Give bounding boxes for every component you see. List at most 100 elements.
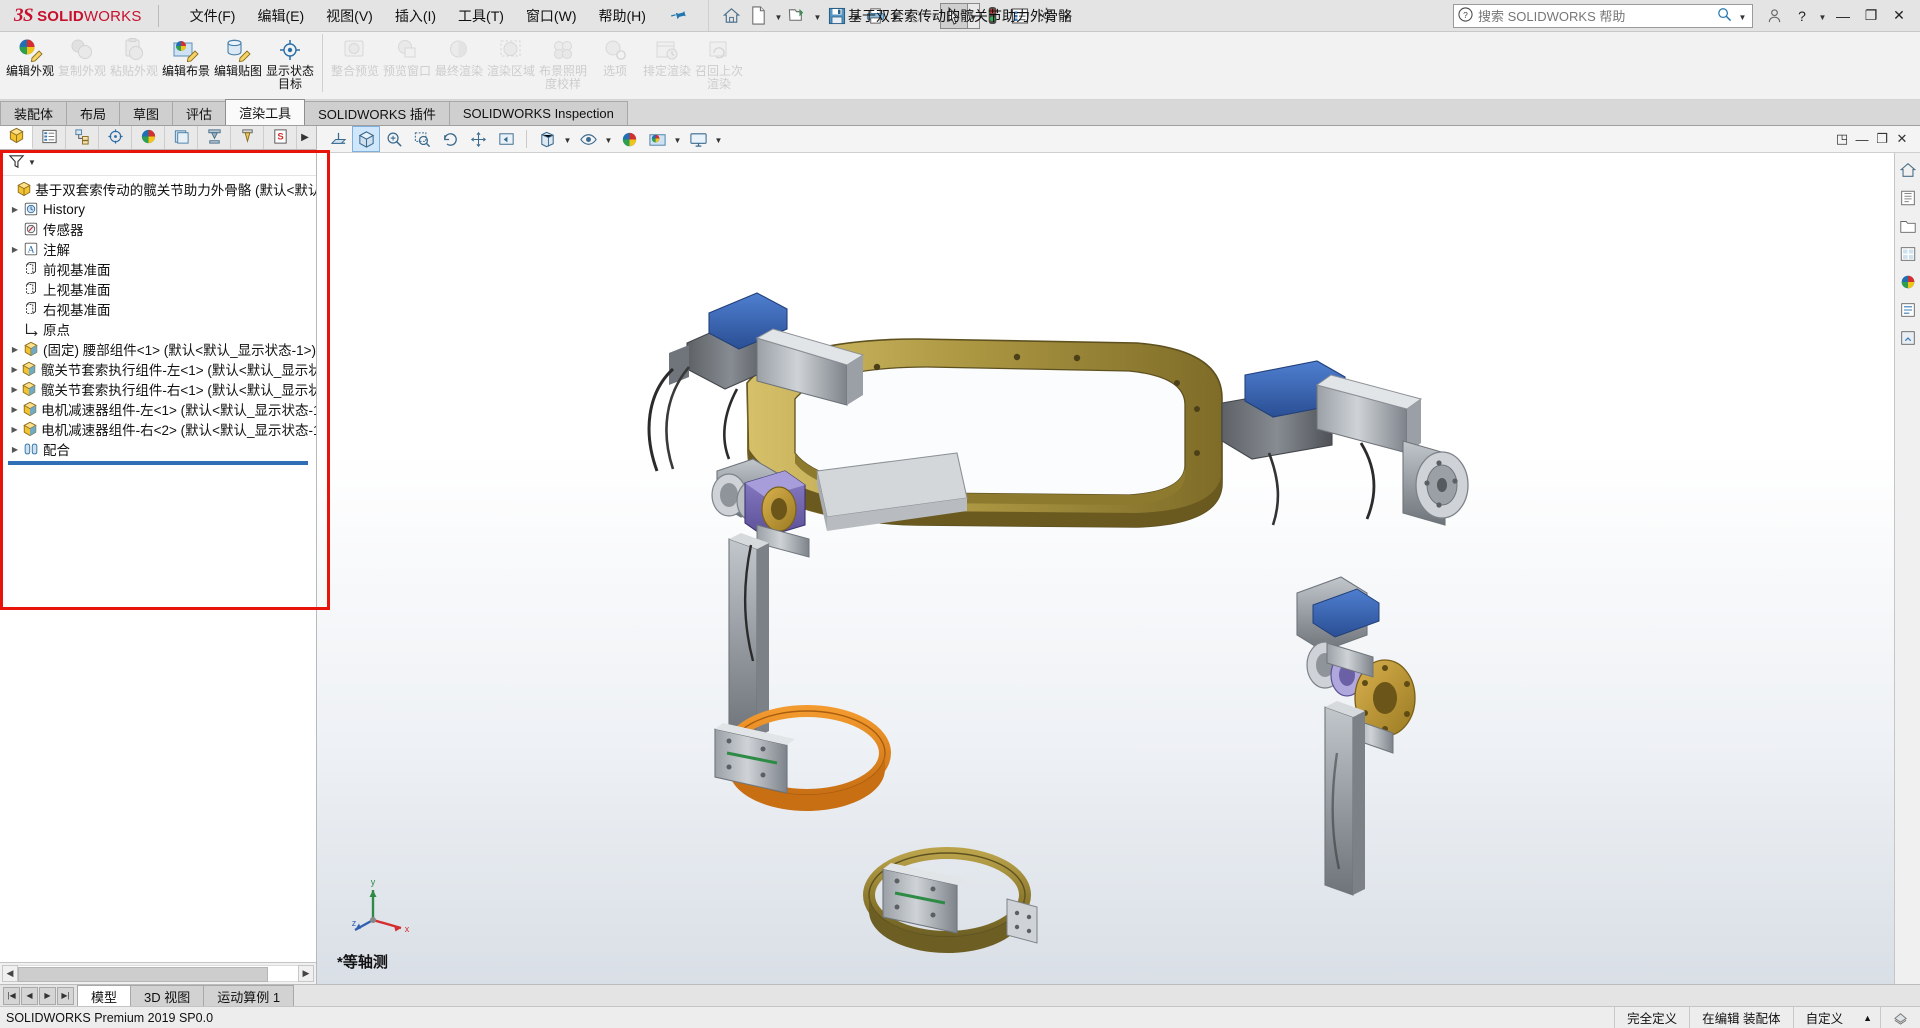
graphics-area[interactable]: ▼ ▼ ▼ ▼ ◳ — ❐ (317, 126, 1920, 984)
status-custom[interactable]: 自定义 (1793, 1007, 1856, 1028)
hide-show-caret[interactable]: ▼ (603, 127, 614, 151)
undo-icon[interactable] (902, 4, 928, 28)
twisty[interactable]: ▶ (8, 385, 21, 394)
options-list-icon[interactable] (1007, 4, 1033, 28)
tab-assembly[interactable]: 装配体 (0, 101, 67, 125)
collapse-icon[interactable] (1897, 327, 1919, 349)
schedule-render-button[interactable]: 排定渲染 (641, 32, 693, 98)
cam-tab[interactable] (231, 126, 264, 149)
pan-view-button[interactable] (465, 127, 491, 151)
twisty[interactable]: ▶ (8, 245, 22, 254)
tree-node-waist-assembly[interactable]: ▶ (固定) 腰部组件<1> (默认<默认_显示状态-1>) (0, 339, 316, 359)
chevron-right-icon[interactable]: ▶ (297, 126, 313, 149)
undo-caret[interactable]: ▼ (929, 4, 940, 28)
tree-node-origin[interactable]: ▶ 原点 (0, 319, 316, 339)
tree-node-mates[interactable]: ▶ 配合 (0, 439, 316, 459)
render-region-button[interactable]: 渲染区域 (485, 32, 537, 98)
status-caret[interactable]: ▲ (1855, 1007, 1880, 1028)
filter-funnel-icon[interactable] (8, 153, 25, 173)
previous-view-button[interactable] (493, 127, 519, 151)
menu-tools[interactable]: 工具(T) (447, 2, 515, 30)
minimize-button[interactable]: — (1830, 4, 1856, 28)
twisty[interactable]: ▶ (8, 405, 21, 414)
twisty[interactable]: ▶ (8, 365, 21, 374)
settings-caret[interactable]: ▼ (1061, 4, 1072, 28)
view-settings-caret[interactable]: ▼ (713, 127, 724, 151)
previous-icon[interactable]: ◀ (21, 987, 38, 1005)
twisty[interactable]: ▶ (8, 205, 22, 214)
display-style-button[interactable] (534, 127, 560, 151)
display-manager-tab[interactable] (132, 126, 165, 149)
tree-node-history[interactable]: ▶ History (0, 199, 316, 219)
hide-show-items-button[interactable] (575, 127, 601, 151)
menu-edit[interactable]: 编辑(E) (246, 2, 315, 30)
rebuild-icon[interactable] (980, 4, 1006, 28)
help-button[interactable]: ? (1789, 4, 1815, 28)
scroll-thumb[interactable] (18, 967, 268, 982)
pin-icon[interactable] (667, 4, 689, 28)
settings-gear-icon[interactable] (1034, 4, 1060, 28)
print-icon[interactable] (863, 4, 889, 28)
tree-horizontal-scrollbar[interactable] (8, 461, 308, 465)
design-library-icon[interactable] (1897, 187, 1919, 209)
twisty[interactable]: ▶ (8, 425, 21, 434)
save-caret[interactable]: ▼ (851, 4, 862, 28)
tab-evaluate[interactable]: 评估 (172, 101, 226, 125)
tree-node-top-plane[interactable]: ▶ 上视基准面 (0, 279, 316, 299)
close-button[interactable]: ✕ (1886, 4, 1912, 28)
integrated-preview-button[interactable]: 整合预览 (329, 32, 381, 98)
property-manager-tab[interactable] (33, 126, 66, 149)
feature-manager-tab[interactable] (0, 126, 33, 149)
recall-last-render-button[interactable]: 召回上次渲染 (693, 32, 745, 98)
appearances-icon[interactable] (1897, 271, 1919, 293)
tree-node-hip-actuator-left[interactable]: ▶ 髋关节套索执行组件-左<1> (默认<默认_显示状态 (0, 359, 316, 379)
exoskeleton-3d-model[interactable] (317, 153, 1884, 979)
home-icon[interactable] (719, 4, 745, 28)
save-icon[interactable] (824, 4, 850, 28)
scroll-left-arrow[interactable]: ◀ (2, 965, 18, 982)
menu-help[interactable]: 帮助(H) (587, 2, 656, 30)
tree-node-motor-reducer-right[interactable]: ▶ 电机减速器组件-右<2> (默认<默认_显示状态-1>) (0, 419, 316, 439)
view-orientation-button[interactable] (353, 127, 379, 151)
section-view-button[interactable] (325, 127, 351, 151)
tab-render-tools[interactable]: 渲染工具 (225, 99, 305, 125)
new-document-caret[interactable]: ▼ (773, 4, 784, 28)
copy-appearance-button[interactable]: 复制外观 (56, 32, 108, 98)
restore-icon[interactable]: ❐ (1874, 131, 1890, 147)
search-input[interactable]: 搜索 SOLIDWORKS 帮助 (1478, 6, 1712, 25)
menu-view[interactable]: 视图(V) (315, 2, 384, 30)
edit-appearance-button[interactable]: 编辑外观 (4, 32, 56, 98)
twisty[interactable]: ▶ (8, 445, 22, 454)
print-caret[interactable]: ▼ (890, 4, 901, 28)
last-icon[interactable]: ▶| (57, 987, 74, 1005)
edit-appearance-view-button[interactable] (616, 127, 642, 151)
inspection-tab[interactable]: S (264, 126, 297, 149)
tab-solidworks-addins[interactable]: SOLIDWORKS 插件 (304, 101, 450, 125)
open-folder-icon[interactable] (785, 4, 811, 28)
open-folder-caret[interactable]: ▼ (812, 4, 823, 28)
next-icon[interactable]: ▶ (39, 987, 56, 1005)
home-icon[interactable] (1897, 159, 1919, 181)
file-explorer-icon[interactable] (1897, 215, 1919, 237)
tree-node-sensors[interactable]: ▶ 传感器 (0, 219, 316, 239)
tree-node-annotations[interactable]: ▶ A 注解 (0, 239, 316, 259)
zoom-to-fit-button[interactable] (381, 127, 407, 151)
doc-tab-motion-study-1[interactable]: 运动算例 1 (203, 985, 294, 1006)
tree-node-root[interactable]: ▶ 基于双套索传动的髋关节助力外骨骼 (默认<默认_显示 (0, 179, 316, 199)
tree-node-front-plane[interactable]: ▶ 前视基准面 (0, 259, 316, 279)
scroll-right-arrow[interactable]: ▶ (298, 965, 314, 982)
options-button[interactable]: 选项 (589, 32, 641, 98)
tab-sketch[interactable]: 草图 (119, 101, 173, 125)
rotate-view-button[interactable] (437, 127, 463, 151)
doc-tab-3d-views[interactable]: 3D 视图 (130, 985, 204, 1006)
filter-caret-icon[interactable]: ▼ (28, 158, 36, 167)
edit-scene-button[interactable]: 编辑布景 (160, 32, 212, 98)
minimize-icon[interactable]: — (1854, 132, 1870, 147)
display-state-target-button[interactable]: 显示状态目标 (264, 32, 316, 98)
custom-properties-icon[interactable] (1897, 299, 1919, 321)
paste-appearance-button[interactable]: 粘贴外观 (108, 32, 160, 98)
view-palette-icon[interactable] (1897, 243, 1919, 265)
panel-horizontal-scrollbar[interactable]: ◀ ▶ (2, 965, 314, 982)
configuration-manager-tab[interactable] (66, 126, 99, 149)
restore-down-icon[interactable]: ◳ (1834, 131, 1850, 147)
